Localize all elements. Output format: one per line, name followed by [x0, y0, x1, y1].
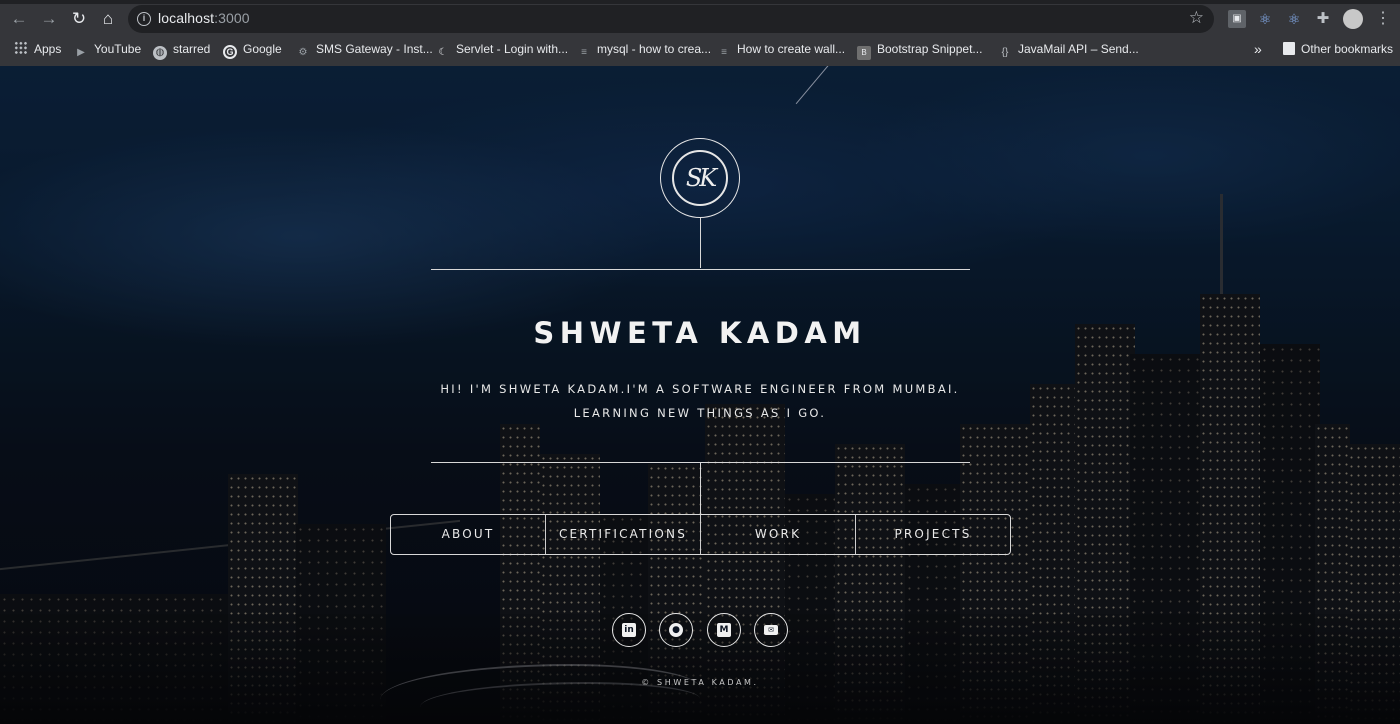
bookmark-label: Bootstrap Snippet... [877, 42, 983, 56]
bookmark-label: Other bookmarks [1301, 42, 1394, 56]
globe-icon: ◍ [153, 46, 167, 60]
browser-menu-icon[interactable]: ⋮ [1374, 10, 1392, 28]
bootstrap-icon: B [857, 46, 871, 60]
bookmark-label: SMS Gateway - Inst... [316, 42, 433, 56]
bookmark-label: Apps [34, 42, 62, 56]
bookmark-servlet[interactable]: ☾ Servlet - Login with... [436, 40, 569, 58]
nav-work[interactable]: WORK [700, 515, 855, 554]
linkedin-link[interactable]: in [612, 613, 646, 647]
intro-line-2: LEARNING NEW THINGS AS I GO. [573, 406, 827, 420]
bookmark-javamail[interactable]: {} JavaMail API – Send... [998, 40, 1139, 58]
extension-icon[interactable]: ▣ [1228, 10, 1246, 28]
url-port: :3000 [214, 10, 250, 26]
logo-monogram: SK [672, 150, 728, 206]
url-host: localhost [158, 10, 215, 26]
bookmark-label: JavaMail API – Send... [1018, 42, 1139, 56]
bookmark-star-icon[interactable]: ☆ [1189, 8, 1204, 28]
bookmark-label: Google [243, 42, 282, 56]
profile-avatar[interactable] [1343, 9, 1363, 29]
email-icon: ✉ [764, 625, 778, 635]
bookmark-wallpaper[interactable]: ≡ How to create wall... [717, 40, 845, 58]
linkedin-icon: in [622, 623, 636, 637]
back-button[interactable]: ← [6, 6, 32, 32]
footer-copyright: © SHWETA KADAM. [641, 678, 759, 687]
home-button[interactable]: ⌂ [95, 6, 121, 32]
code-icon: {} [1001, 47, 1009, 58]
nav-projects[interactable]: PROJECTS [855, 515, 1010, 554]
connector-line [700, 462, 701, 514]
github-link[interactable]: ● [659, 613, 693, 647]
social-links: in ● M ✉ [612, 613, 788, 647]
forward-button[interactable]: → [36, 6, 62, 32]
main-nav: ABOUT CERTIFICATIONS WORK PROJECTS [390, 514, 1011, 555]
bookmark-starred[interactable]: ◍ starred [153, 40, 211, 60]
bookmark-label: mysql - how to crea... [597, 42, 712, 56]
nav-about[interactable]: ABOUT [391, 515, 545, 554]
intro-text: HI! I'M SHWETA KADAM.I'M A SOFTWARE ENGI… [400, 377, 1000, 425]
browser-toolbar: ← → ↻ ⌂ i localhost:3000 ☆ ▣ ⚛ ⚛ ✚ ⋮ [0, 4, 1400, 34]
apps-grid-icon [14, 41, 28, 55]
bookmarks-bar: Apps ▶ YouTube ◍ starred G Google ⚙ SMS Gate… [0, 36, 1400, 62]
email-link[interactable]: ✉ [754, 613, 788, 647]
intro-line-1: HI! I'M SHWETA KADAM.I'M A SOFTWARE ENGI… [440, 382, 960, 396]
sms-gateway-icon: ⚙ [298, 47, 308, 58]
bookmark-google[interactable]: G Google [223, 40, 282, 59]
react-devtools-icon[interactable]: ⚛ [1256, 10, 1274, 28]
logo-circle: SK [660, 138, 740, 218]
medium-link[interactable]: M [707, 613, 741, 647]
bookmark-label: starred [173, 42, 211, 56]
connector-line [700, 218, 701, 268]
folder-icon [1283, 42, 1295, 55]
bookmarks-overflow-button[interactable]: » [1254, 40, 1262, 58]
hero-section: SK SHWETA KADAM HI! I'M SHWETA KADAM.I'M… [0, 66, 1400, 724]
google-icon: G [223, 45, 237, 59]
github-icon: ● [669, 623, 683, 637]
site-info-icon[interactable]: i [137, 12, 151, 26]
bookmark-bootstrap[interactable]: B Bootstrap Snippet... [857, 40, 983, 60]
reload-button[interactable]: ↻ [66, 6, 92, 32]
bookmark-label: Servlet - Login with... [456, 42, 569, 56]
medium-icon: M [717, 623, 731, 637]
extensions-puzzle-icon[interactable]: ✚ [1314, 10, 1332, 28]
bookmark-label: YouTube [94, 42, 142, 56]
bookmark-apps[interactable]: Apps [14, 40, 61, 58]
bookmark-sms-gateway[interactable]: ⚙ SMS Gateway - Inst... [296, 40, 433, 58]
page-title: SHWETA KADAM [533, 316, 867, 350]
browser-chrome: ← → ↻ ⌂ i localhost:3000 ☆ ▣ ⚛ ⚛ ✚ ⋮ App… [0, 0, 1400, 66]
youtube-icon: ▶ [77, 47, 85, 58]
nav-certifications[interactable]: CERTIFICATIONS [545, 515, 700, 554]
redux-devtools-icon[interactable]: ⚛ [1285, 10, 1303, 28]
stackoverflow-icon: ≡ [581, 47, 587, 58]
moon-icon: ☾ [438, 47, 448, 58]
stackoverflow-icon: ≡ [721, 47, 727, 58]
bookmark-label: How to create wall... [737, 42, 846, 56]
bookmark-other[interactable]: Other bookmarks [1283, 40, 1393, 58]
bookmark-mysql[interactable]: ≡ mysql - how to crea... [577, 40, 711, 58]
divider-top [431, 269, 970, 270]
address-bar[interactable]: i localhost:3000 ☆ [128, 5, 1214, 33]
bookmark-youtube[interactable]: ▶ YouTube [74, 40, 141, 58]
url-text[interactable]: localhost:3000 [158, 10, 250, 26]
hero-content: SK SHWETA KADAM HI! I'M SHWETA KADAM.I'M… [0, 66, 1400, 724]
